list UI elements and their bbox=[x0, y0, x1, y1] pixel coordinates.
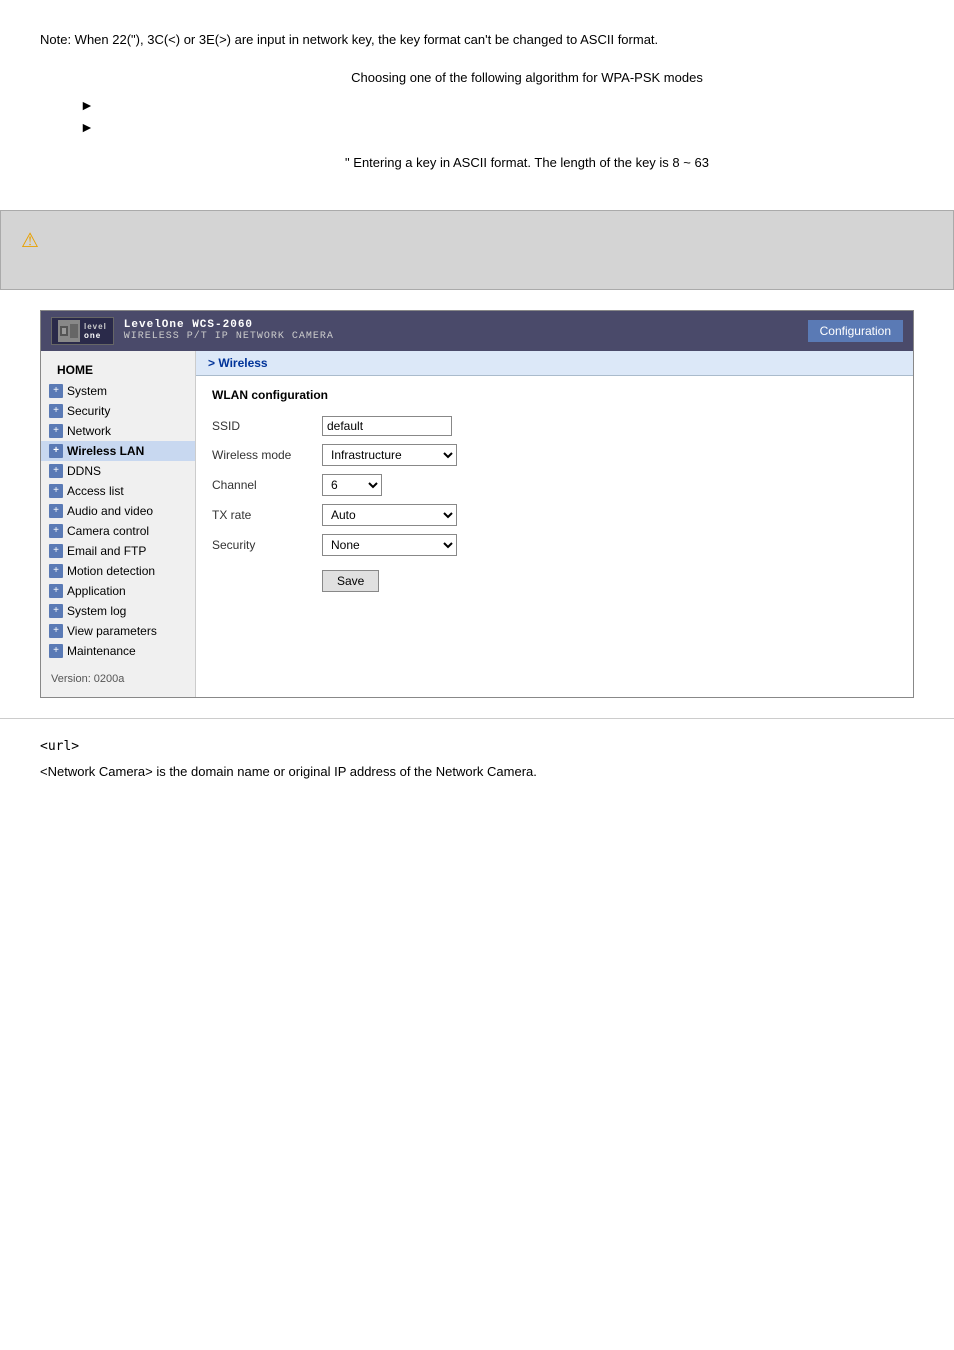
expand-icon-motion: + bbox=[49, 564, 63, 578]
select-security[interactable]: None WEP WPA-PSK WPA2-PSK bbox=[322, 534, 457, 556]
sidebar-label-camera: Camera control bbox=[67, 524, 149, 538]
expand-icon-audio: + bbox=[49, 504, 63, 518]
sidebar-label-app: Application bbox=[67, 584, 126, 598]
sidebar-label-viewparams: View parameters bbox=[67, 624, 157, 638]
logo-text-bottom: one bbox=[84, 331, 107, 340]
sidebar-label-network: Network bbox=[67, 424, 111, 438]
panel-logo: level one bbox=[51, 317, 114, 345]
note-text: Note: When 22("), 3C(<) or 3E(>) are inp… bbox=[40, 30, 914, 50]
expand-icon-camera: + bbox=[49, 524, 63, 538]
sidebar-label-system: System bbox=[67, 384, 107, 398]
sidebar-item-view-params[interactable]: + View parameters bbox=[41, 621, 195, 641]
expand-icon-app: + bbox=[49, 584, 63, 598]
sidebar-label-security: Security bbox=[67, 404, 110, 418]
field-security: Security None WEP WPA-PSK WPA2-PSK bbox=[212, 530, 465, 560]
select-wireless-mode[interactable]: Infrastructure Ad-hoc bbox=[322, 444, 457, 466]
choosing-text: Choosing one of the following algorithm … bbox=[40, 70, 914, 85]
logo-text-top: level bbox=[84, 322, 107, 331]
panel-title-sub: Wireless P/T IP Network Camera bbox=[124, 331, 798, 342]
content-header: > Wireless bbox=[196, 351, 913, 376]
ui-panel: level one LevelOne WCS-2060 Wireless P/T… bbox=[40, 310, 914, 698]
bullet-list: ► ► bbox=[40, 97, 914, 135]
label-wireless-mode: Wireless mode bbox=[212, 440, 322, 470]
field-channel: Channel 12345 67891011 bbox=[212, 470, 465, 500]
expand-icon-system: + bbox=[49, 384, 63, 398]
sidebar-item-application[interactable]: + Application bbox=[41, 581, 195, 601]
sidebar-item-network[interactable]: + Network bbox=[41, 421, 195, 441]
config-button[interactable]: Configuration bbox=[808, 320, 903, 342]
sidebar-label-ddns: DDNS bbox=[67, 464, 101, 478]
sidebar-label-wireless: Wireless LAN bbox=[67, 444, 144, 458]
panel-body: HOME + System + Security + Network + Wir… bbox=[41, 351, 913, 697]
sidebar-label-syslog: System log bbox=[67, 604, 126, 618]
label-channel: Channel bbox=[212, 470, 322, 500]
label-security: Security bbox=[212, 530, 322, 560]
sidebar-item-audio-video[interactable]: + Audio and video bbox=[41, 501, 195, 521]
sidebar-item-system[interactable]: + System bbox=[41, 381, 195, 401]
bullet-arrow-2: ► bbox=[80, 119, 914, 135]
label-ssid: SSID bbox=[212, 412, 322, 440]
sidebar-label-access: Access list bbox=[67, 484, 124, 498]
sidebar-version: Version: 0200a bbox=[41, 661, 195, 689]
sidebar-label-maintenance: Maintenance bbox=[67, 644, 136, 658]
save-button[interactable]: Save bbox=[322, 570, 379, 592]
panel-title-main: LevelOne WCS-2060 bbox=[124, 319, 798, 331]
sidebar: HOME + System + Security + Network + Wir… bbox=[41, 351, 196, 697]
bottom-section: <url> <Network Camera> is the domain nam… bbox=[0, 718, 954, 802]
panel-header: level one LevelOne WCS-2060 Wireless P/T… bbox=[41, 311, 913, 351]
bullet-arrow-1: ► bbox=[80, 97, 914, 113]
input-ssid[interactable] bbox=[322, 416, 452, 436]
sidebar-item-wireless-lan[interactable]: + Wireless LAN bbox=[41, 441, 195, 461]
field-wireless-mode: Wireless mode Infrastructure Ad-hoc bbox=[212, 440, 465, 470]
logo-icon bbox=[58, 320, 80, 342]
select-channel[interactable]: 12345 67891011 bbox=[322, 474, 382, 496]
expand-icon-maintenance: + bbox=[49, 644, 63, 658]
field-txrate: TX rate Auto 1Mbps 2Mbps 5.5Mbps 11Mbps bbox=[212, 500, 465, 530]
section-title: WLAN configuration bbox=[212, 388, 897, 402]
sidebar-item-maintenance[interactable]: + Maintenance bbox=[41, 641, 195, 661]
sidebar-item-ddns[interactable]: + DDNS bbox=[41, 461, 195, 481]
expand-icon-network: + bbox=[49, 424, 63, 438]
expand-icon-syslog: + bbox=[49, 604, 63, 618]
content-body: WLAN configuration SSID Wireless mode In… bbox=[196, 376, 913, 608]
main-content: > Wireless WLAN configuration SSID Wirel… bbox=[196, 351, 913, 697]
wlan-form: SSID Wireless mode Infrastructure Ad-hoc bbox=[212, 412, 465, 596]
sidebar-home[interactable]: HOME bbox=[41, 359, 195, 381]
sidebar-label-email: Email and FTP bbox=[67, 544, 146, 558]
expand-icon-wireless: + bbox=[49, 444, 63, 458]
top-section: Note: When 22("), 3C(<) or 3E(>) are inp… bbox=[0, 0, 954, 210]
field-ssid: SSID bbox=[212, 412, 465, 440]
label-txrate: TX rate bbox=[212, 500, 322, 530]
expand-icon-access: + bbox=[49, 484, 63, 498]
warning-icon: ⚠ bbox=[21, 228, 39, 253]
expand-icon-email: + bbox=[49, 544, 63, 558]
sidebar-label-audio: Audio and video bbox=[67, 504, 153, 518]
expand-icon-viewparams: + bbox=[49, 624, 63, 638]
sidebar-item-email-ftp[interactable]: + Email and FTP bbox=[41, 541, 195, 561]
select-txrate[interactable]: Auto 1Mbps 2Mbps 5.5Mbps 11Mbps bbox=[322, 504, 457, 526]
bottom-description: <Network Camera> is the domain name or o… bbox=[40, 762, 914, 782]
sidebar-item-security[interactable]: + Security bbox=[41, 401, 195, 421]
sidebar-item-access-list[interactable]: + Access list bbox=[41, 481, 195, 501]
sidebar-item-camera-control[interactable]: + Camera control bbox=[41, 521, 195, 541]
expand-icon-security: + bbox=[49, 404, 63, 418]
warning-box: ⚠ bbox=[0, 210, 954, 290]
sidebar-label-motion: Motion detection bbox=[67, 564, 155, 578]
entering-text: " Entering a key in ASCII format. The le… bbox=[40, 155, 914, 170]
save-row: Save bbox=[212, 560, 465, 596]
sidebar-item-motion[interactable]: + Motion detection bbox=[41, 561, 195, 581]
url-label: <url> bbox=[40, 739, 914, 754]
sidebar-item-system-log[interactable]: + System log bbox=[41, 601, 195, 621]
expand-icon-ddns: + bbox=[49, 464, 63, 478]
panel-title-area: LevelOne WCS-2060 Wireless P/T IP Networ… bbox=[124, 319, 798, 342]
